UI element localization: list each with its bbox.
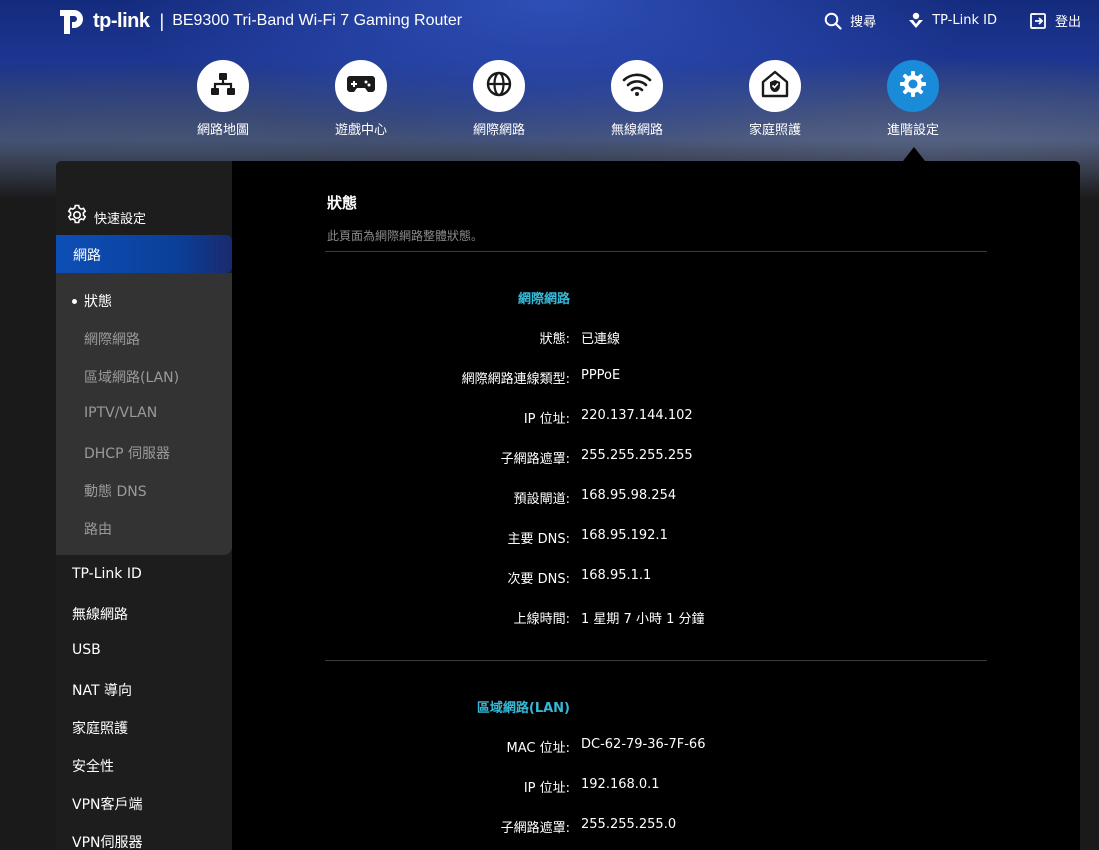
nav-network-map[interactable]: 網路地圖 [178, 60, 268, 138]
field-value: 168.95.192.1 [581, 528, 668, 543]
nav-homeshield[interactable]: 家庭照護 [730, 60, 820, 138]
logout-button[interactable]: 登出 [1029, 11, 1081, 30]
tplink-id-icon [908, 12, 924, 30]
field-label: 主要 DNS: [507, 532, 571, 547]
nav-game-center[interactable]: 遊戲中心 [316, 60, 406, 138]
submenu-item-routing[interactable]: 路由 [84, 519, 112, 539]
network-submenu: 狀態 網際網路 區域網路(LAN) IPTV/VLAN DHCP 伺服器 動態 … [56, 273, 232, 555]
field-value: 已連線 [581, 332, 621, 347]
field-label: 子網路遮罩: [500, 821, 570, 836]
field-value: 168.95.98.254 [581, 488, 677, 503]
search-button[interactable]: 搜尋 [824, 11, 876, 30]
nav-homeshield-circle [749, 60, 801, 112]
field-value: 220.137.144.102 [581, 408, 693, 423]
sidebar-item-wireless[interactable]: 無線網路 [72, 604, 128, 624]
tplink-logo-icon [56, 4, 90, 38]
nav-network-map-circle [197, 60, 249, 112]
field-value: 1 星期 7 小時 1 分鐘 [581, 612, 705, 627]
sidebar: 快速設定 網路 狀態 網際網路 區域網路(LAN) IPTV/VLAN DHCP… [56, 161, 232, 850]
field-value: 168.95.1.1 [581, 568, 652, 583]
main-nav: 網路地圖 遊戲中心 網際網路 無線網路 家庭照護 進階設定 [0, 60, 1099, 160]
nav-game-center-circle [335, 60, 387, 112]
field-value: 255.255.255.255 [581, 448, 693, 463]
quick-setup-label: 快速設定 [94, 211, 147, 227]
router-model: BE9300 Tri-Band Wi-Fi 7 Gaming Router [172, 12, 463, 29]
content-area: 狀態 此頁面為網際網路整體狀態。 網際網路 狀態: 已連線 網際網路連線類型: … [232, 161, 1080, 850]
field-label: 子網路遮罩: [500, 452, 570, 467]
field-label: 預設閘道: [513, 492, 570, 507]
current-dot [72, 299, 77, 304]
field-label: 次要 DNS: [507, 572, 571, 587]
field-value: PPPoE [581, 368, 621, 383]
nav-internet-circle [473, 60, 525, 112]
submenu-item-internet[interactable]: 網際網路 [84, 329, 140, 349]
nav-advanced[interactable]: 進階設定 [868, 60, 958, 138]
submenu-item-lan[interactable]: 區域網路(LAN) [84, 367, 179, 387]
nav-label: 網際網路 [472, 123, 525, 138]
submenu-item-dhcp[interactable]: DHCP 伺服器 [84, 443, 170, 463]
nav-label: 遊戲中心 [334, 123, 387, 138]
page-title: 狀態 [327, 194, 358, 212]
main-panel: 快速設定 網路 狀態 網際網路 區域網路(LAN) IPTV/VLAN DHCP… [56, 161, 1080, 850]
top-bar: tp-link | BE9300 Tri-Band Wi-Fi 7 Gaming… [0, 0, 1099, 44]
brand-name: tp-link [93, 9, 150, 32]
sidebar-item-nat[interactable]: NAT 導向 [72, 680, 132, 700]
search-icon [824, 12, 842, 30]
section-title-internet: 網際網路 [517, 292, 570, 307]
submenu-item-ddns[interactable]: 動態 DNS [84, 481, 147, 501]
nav-wireless-circle [611, 60, 663, 112]
wifi-icon [622, 71, 652, 101]
field-value: 192.168.0.1 [581, 777, 660, 792]
active-nav-indicator [903, 147, 925, 161]
submenu-item-iptv[interactable]: IPTV/VLAN [84, 405, 157, 421]
field-label: 網際網路連線類型: [461, 372, 570, 387]
divider [325, 660, 987, 661]
field-label: 狀態: [539, 332, 570, 347]
sidebar-item-tplink-id[interactable]: TP-Link ID [72, 566, 142, 582]
sidebar-item-security[interactable]: 安全性 [72, 756, 114, 776]
field-label: MAC 位址: [506, 741, 570, 756]
divider [325, 251, 987, 252]
nav-label: 家庭照護 [748, 123, 801, 138]
sidebar-item-homeshield[interactable]: 家庭照護 [72, 718, 128, 738]
field-value: DC-62-79-36-7F-66 [581, 737, 706, 752]
brand-logo[interactable]: tp-link | BE9300 Tri-Band Wi-Fi 7 Gaming… [56, 4, 462, 38]
gamepad-icon [346, 72, 376, 100]
field-value: 255.255.255.0 [581, 817, 677, 832]
field-label: IP 位址: [523, 781, 570, 796]
section-title-lan: 區域網路(LAN) [476, 701, 570, 716]
nav-internet[interactable]: 網際網路 [454, 60, 544, 138]
nav-wireless[interactable]: 無線網路 [592, 60, 682, 138]
sidebar-item-vpn-client[interactable]: VPN客戶端 [72, 794, 143, 814]
sidebar-item-usb[interactable]: USB [72, 642, 101, 658]
field-label: IP 位址: [523, 412, 570, 427]
nav-label: 網路地圖 [196, 123, 249, 138]
nav-label: 進階設定 [886, 123, 939, 138]
advanced-gear-icon [898, 69, 928, 103]
logout-label: 登出 [1054, 15, 1081, 30]
nav-label: 無線網路 [610, 123, 663, 138]
gear-icon [66, 204, 88, 230]
submenu-item-status[interactable]: 狀態 [84, 291, 112, 311]
network-map-icon [209, 70, 237, 102]
home-shield-icon [761, 70, 789, 102]
brand-separator: | [159, 10, 165, 31]
sidebar-item-network[interactable]: 網路 [56, 235, 232, 273]
search-label: 搜尋 [850, 15, 877, 30]
tplink-id-label: TP-Link ID [932, 13, 997, 28]
sidebar-item-vpn-server[interactable]: VPN伺服器 [72, 832, 143, 850]
tplink-id-button[interactable]: TP-Link ID [908, 12, 997, 30]
field-label: 上線時間: [513, 612, 570, 627]
page-description: 此頁面為網際網路整體狀態。 [327, 229, 484, 243]
logout-icon [1029, 12, 1047, 30]
quick-setup-link[interactable]: 快速設定 [66, 204, 146, 230]
globe-icon [485, 70, 513, 102]
nav-advanced-circle [887, 60, 939, 112]
